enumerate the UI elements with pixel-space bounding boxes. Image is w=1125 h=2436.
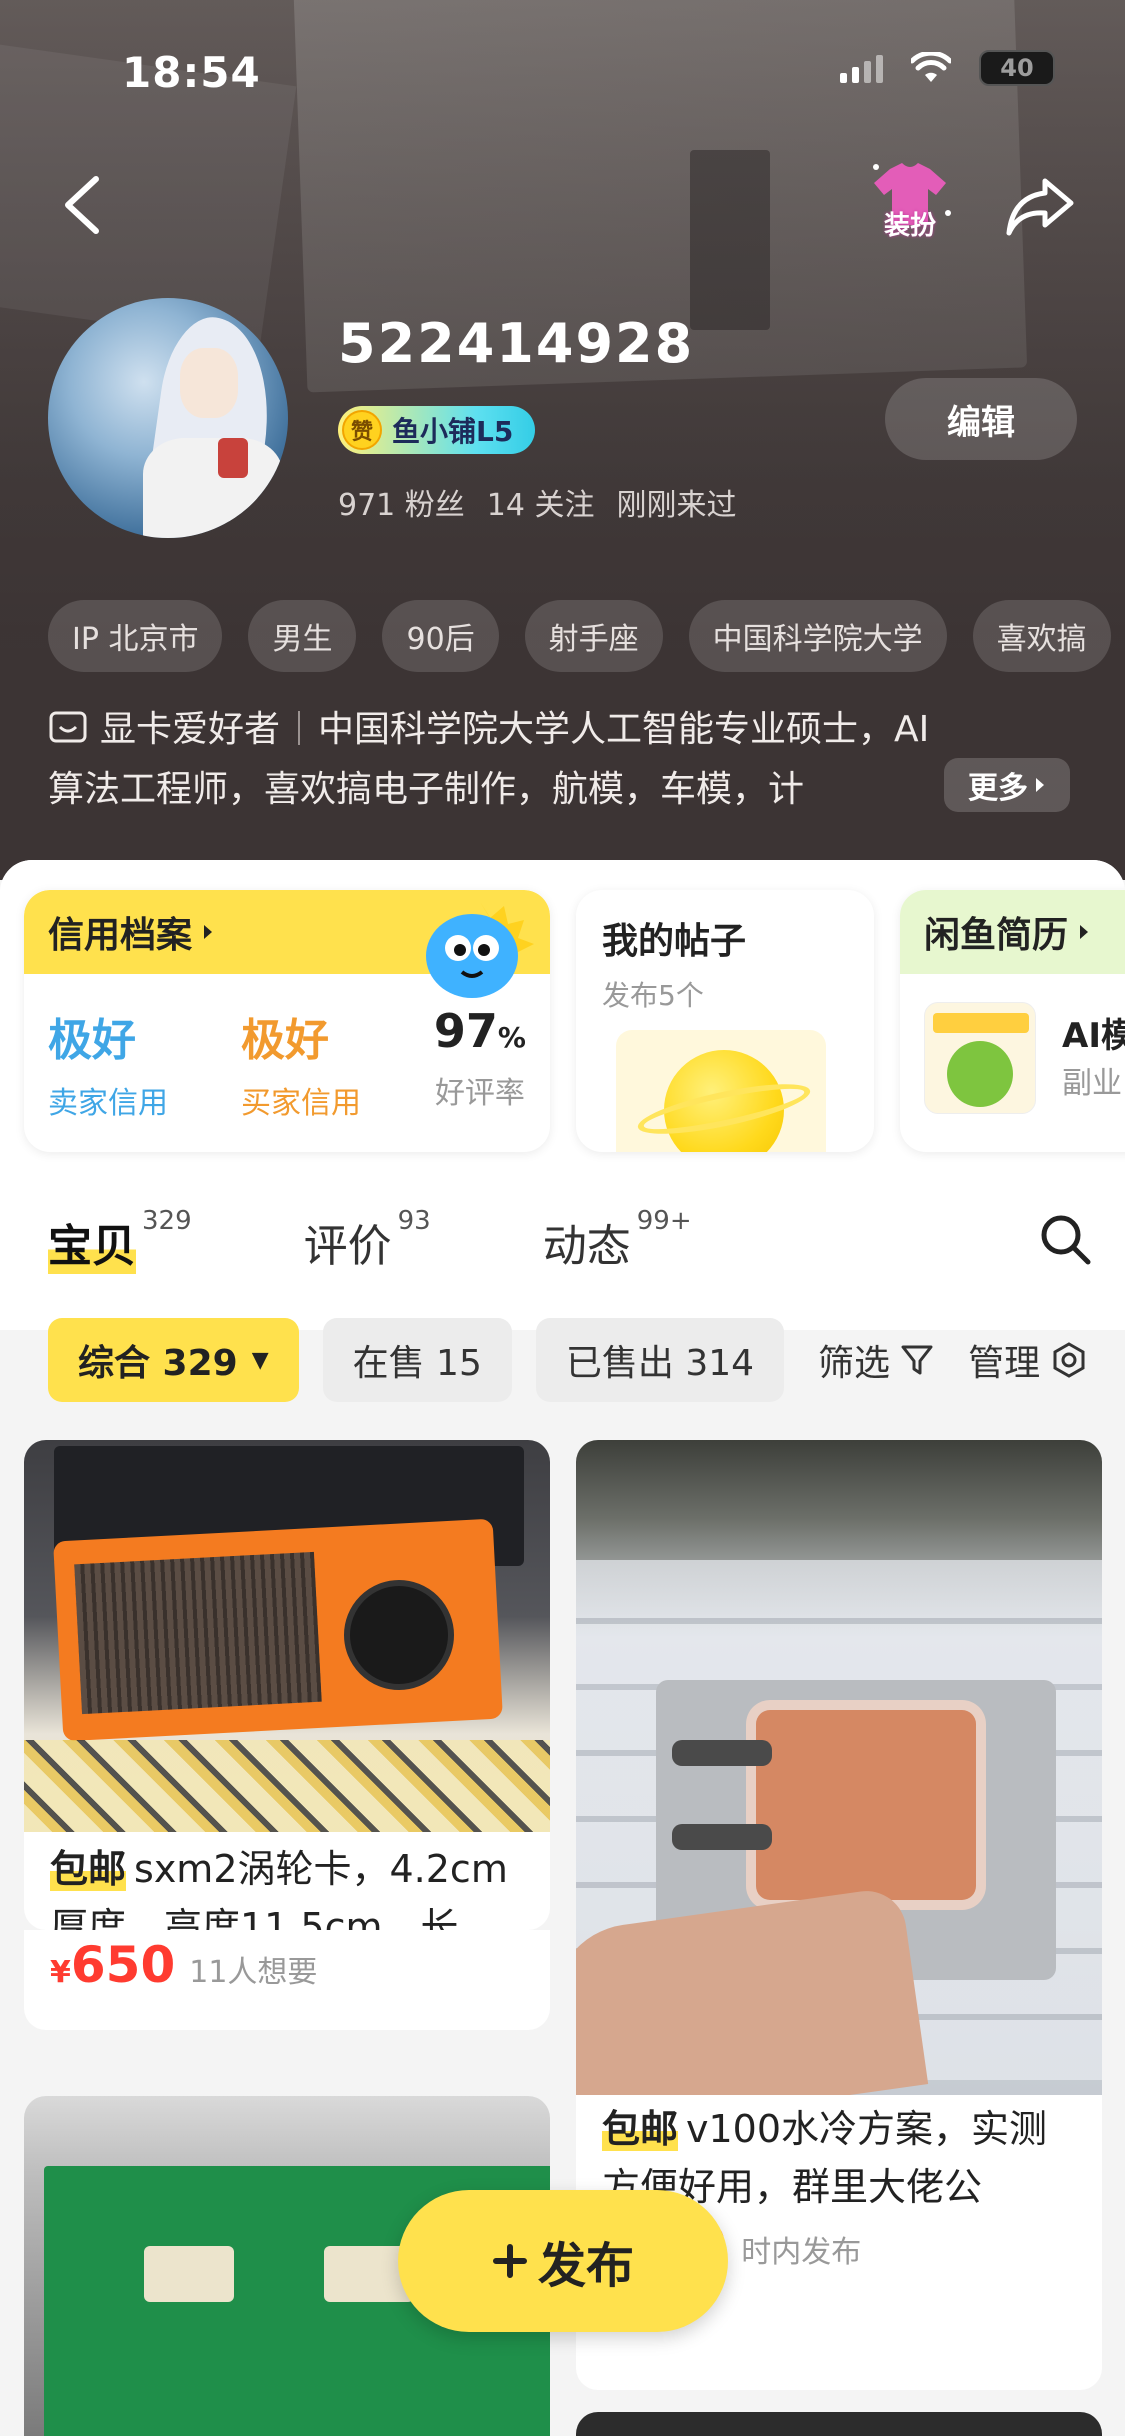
good-rate-label: 好评率: [434, 1076, 525, 1111]
profile-bio: 显卡爱好者 中国科学院大学人工智能专业硕士，AI 算法工程师，喜欢搞电子制作，航模…: [48, 700, 1088, 820]
triangle-right-icon: [1036, 778, 1044, 792]
resume-item-sub: 副业: [1062, 1066, 1122, 1101]
caret-down-icon: ▼: [251, 1347, 269, 1373]
price-currency: ¥: [50, 1955, 71, 1990]
status-time: 18:54: [122, 48, 261, 97]
free-shipping-badge: 包邮: [50, 1847, 127, 1891]
my-posts-card[interactable]: 我的帖子 发布5个: [576, 890, 874, 1152]
posts-subtitle: 发布5个: [602, 979, 704, 1012]
resume-title: 闲鱼简历: [924, 915, 1069, 956]
bio-more-button[interactable]: 更多: [944, 758, 1070, 812]
tab-moments-label: 动态: [542, 1221, 631, 1272]
product-card-footer: ¥650 11人想要: [24, 1930, 550, 2030]
profile-card-icon: [49, 711, 87, 743]
publish-time: 时内发布: [741, 2235, 862, 2270]
product-price: 650: [70, 1936, 176, 1994]
buyer-credit-value: 极好: [240, 1015, 329, 1066]
wifi-icon: [911, 52, 951, 82]
tab-moments-count: 99+: [636, 1206, 692, 1236]
profile-tags: IP 北京市 男生 90后 射手座 中国科学院大学 喜欢搞: [48, 600, 1111, 672]
filter-button[interactable]: 筛选: [818, 1334, 934, 1386]
bio-line-1: 中国科学院大学人工智能专业硕士，AI: [318, 709, 930, 750]
product-card[interactable]: [576, 2412, 1102, 2436]
want-count: 11人想要: [189, 1955, 318, 1990]
product-image: [24, 1440, 550, 1832]
fish-mascot-icon: [426, 902, 534, 998]
outfit-button[interactable]: 装扮: [862, 155, 958, 251]
level-label: 鱼小铺L5: [392, 415, 514, 448]
gear-icon: [1053, 1342, 1085, 1378]
filter-all-dropdown[interactable]: 综合 329 ▼: [48, 1318, 299, 1402]
publish-label: 发布: [537, 2238, 634, 2294]
cellular-signal-icon: [840, 53, 883, 83]
status-icons: 40: [840, 50, 1055, 86]
product-image: [576, 2412, 1102, 2436]
bio-title: 显卡爱好者: [100, 709, 281, 750]
buyer-credit-label: 买家信用: [240, 1086, 361, 1121]
filter-bar: 综合 329 ▼ 在售 15 已售出 314 筛选 管理: [48, 1318, 1088, 1402]
filter-sold[interactable]: 已售出 314: [535, 1318, 785, 1402]
avatar[interactable]: [48, 298, 288, 538]
resume-item-title: AI模: [1062, 1016, 1125, 1056]
publish-button[interactable]: 发布: [398, 2190, 728, 2332]
resume-thumbnail: [924, 1002, 1036, 1114]
like-badge-icon: 赞: [342, 410, 382, 450]
funnel-icon: [901, 1345, 933, 1375]
good-rate-unit: %: [497, 1021, 526, 1054]
tab-moments[interactable]: 动态 99+: [542, 1206, 692, 1274]
good-rate: 97% 好评率: [434, 1004, 526, 1122]
buyer-credit: 极好 买家信用: [241, 1004, 361, 1122]
product-card[interactable]: 包邮 sxm2涡轮卡，4.2cm厚度，高度11.5cm，长: [24, 1440, 550, 1930]
tag-zodiac: 射手座: [524, 600, 663, 672]
outfit-label: 装扮: [883, 211, 936, 241]
tab-reviews[interactable]: 评价 93: [303, 1206, 431, 1274]
share-icon[interactable]: [1005, 175, 1075, 237]
tab-items[interactable]: 宝贝 329: [48, 1206, 192, 1274]
triangle-right-icon: [204, 925, 213, 939]
seller-credit: 极好 卖家信用: [48, 1004, 168, 1122]
profile-stats: 971 粉丝 14 关注 刚刚来过: [338, 480, 737, 524]
seller-credit-value: 极好: [48, 1015, 136, 1066]
bio-line-2: 算法工程师，喜欢搞电子制作，航模，车模，计: [48, 769, 805, 810]
tag-hobby: 喜欢搞: [972, 600, 1111, 672]
credit-title: 信用档案: [48, 915, 193, 956]
followers-count[interactable]: 971 粉丝: [338, 480, 465, 524]
seller-credit-label: 卖家信用: [48, 1086, 168, 1121]
seller-level-badge[interactable]: 赞 鱼小铺L5: [338, 406, 536, 454]
battery-icon: 40: [979, 50, 1055, 86]
product-image: [576, 1440, 1102, 2095]
edit-profile-button[interactable]: 编辑: [885, 378, 1077, 460]
back-arrow-icon[interactable]: [58, 175, 108, 235]
filter-on-sale[interactable]: 在售 15: [322, 1318, 512, 1402]
tag-school: 中国科学院大学: [688, 600, 947, 672]
triangle-right-icon: [1080, 925, 1089, 939]
tag-location: IP 北京市: [48, 600, 223, 672]
planet-icon: [616, 1030, 826, 1152]
search-icon[interactable]: [1038, 1212, 1092, 1266]
last-seen: 刚刚来过: [616, 488, 737, 523]
plus-icon: [492, 2244, 527, 2278]
tab-reviews-count: 93: [397, 1206, 431, 1236]
manage-label: 管理: [968, 1343, 1041, 1384]
manage-button[interactable]: 管理: [968, 1334, 1088, 1386]
tag-age: 90后: [382, 600, 499, 672]
filter-all-label: 综合 329: [78, 1343, 238, 1384]
tab-reviews-label: 评价: [303, 1221, 392, 1272]
free-shipping-badge: 包邮: [602, 2107, 679, 2151]
resume-card[interactable]: 闲鱼简历 AI模 副业: [900, 890, 1125, 1152]
credit-card[interactable]: 信用档案 极好 卖家信用 极好 买家信用 97% 好评率: [24, 890, 550, 1152]
tag-gender: 男生: [248, 600, 357, 672]
posts-title: 我的帖子: [602, 921, 747, 962]
more-label: 更多: [968, 771, 1028, 806]
tab-items-label: 宝贝: [48, 1210, 136, 1274]
following-count[interactable]: 14 关注: [487, 480, 595, 524]
profile-tabs: 宝贝 329 评价 93 动态 99+: [48, 1206, 692, 1274]
filter-label: 筛选: [818, 1343, 891, 1384]
username: 522414928: [338, 312, 695, 375]
tab-items-count: 329: [142, 1206, 192, 1236]
